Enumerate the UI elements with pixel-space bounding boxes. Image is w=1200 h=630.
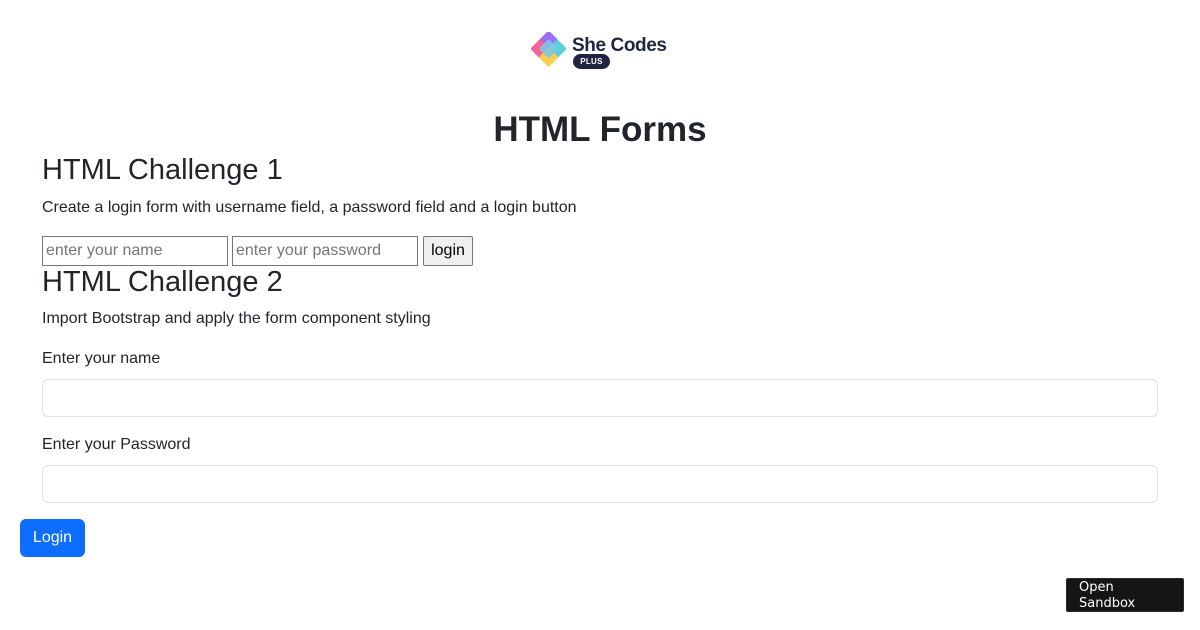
name-field[interactable]: [42, 379, 1158, 417]
logo-plus-badge: PLUS: [573, 54, 610, 69]
name-field-label: Enter your name: [42, 350, 161, 367]
challenge-2-heading: HTML Challenge 2: [42, 266, 283, 298]
challenge-1-heading: HTML Challenge 1: [42, 154, 283, 186]
bootstrap-login-button[interactable]: Login: [20, 519, 85, 557]
username-input[interactable]: [42, 236, 228, 266]
login-button[interactable]: login: [423, 236, 473, 266]
challenge-1-description: Create a login form with username field,…: [42, 199, 577, 216]
challenge-2-description: Import Bootstrap and apply the form comp…: [42, 310, 431, 327]
shecodes-logo-icon: [531, 32, 567, 67]
password-input[interactable]: [232, 236, 418, 266]
open-sandbox-button[interactable]: Open Sandbox: [1066, 578, 1184, 612]
password-field-label: Enter your Password: [42, 436, 191, 453]
page-title: HTML Forms: [493, 110, 707, 149]
password-field[interactable]: [42, 465, 1158, 503]
shecodes-logo: She Codes PLUS: [527, 32, 677, 74]
